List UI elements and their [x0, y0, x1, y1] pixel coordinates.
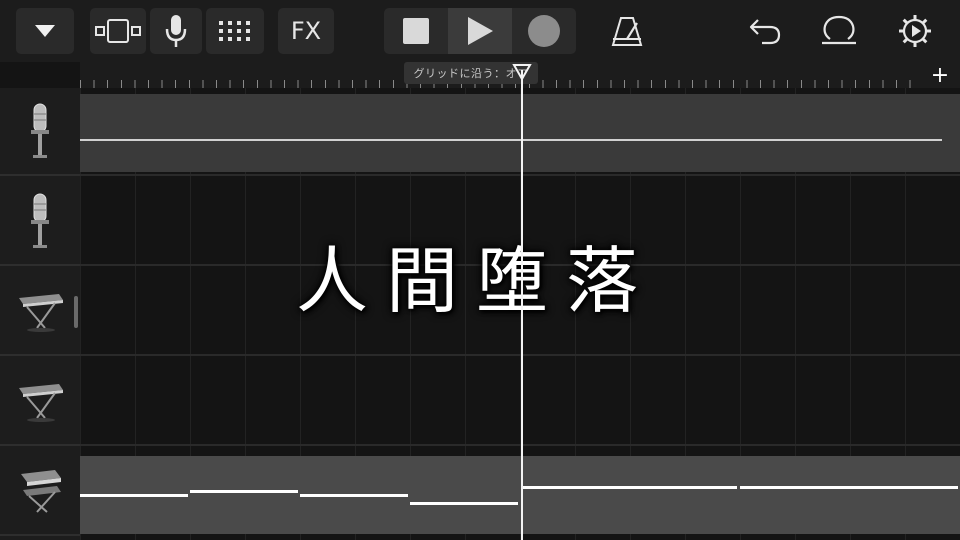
- loop-browser-button[interactable]: [818, 10, 860, 52]
- midi-note: [300, 494, 408, 497]
- transport-controls: [384, 8, 576, 54]
- view-toggle-button[interactable]: [90, 8, 146, 54]
- record-icon: [528, 15, 560, 47]
- record-button[interactable]: [512, 8, 576, 54]
- keyboard-instrument-icon: [21, 470, 61, 513]
- midi-region[interactable]: [80, 456, 960, 534]
- microphone-button[interactable]: [150, 8, 202, 54]
- track-controls-icon: [219, 21, 250, 41]
- undo-icon: [749, 19, 781, 45]
- view-toggle-icon: [95, 19, 141, 43]
- fx-button[interactable]: FX: [278, 8, 334, 54]
- overlay-title: 人間堕落: [296, 239, 657, 323]
- midi-note: [80, 494, 188, 497]
- settings-icon: [899, 15, 931, 47]
- track-scroll-indicator[interactable]: [74, 296, 78, 328]
- track-lane-1[interactable]: [80, 88, 960, 176]
- waveform-line: [80, 139, 942, 141]
- playhead-line: [521, 70, 523, 540]
- down-triangle-icon: [35, 25, 55, 37]
- track-headers: [0, 88, 80, 540]
- metronome-icon: [611, 17, 643, 46]
- microphone-icon: [165, 15, 187, 47]
- track-header-1[interactable]: [0, 88, 80, 176]
- stop-icon: [403, 18, 429, 44]
- toolbar: FX: [0, 0, 960, 62]
- fx-label: FX: [290, 17, 322, 45]
- audio-region[interactable]: [80, 94, 960, 172]
- track-header-3[interactable]: [0, 268, 80, 356]
- playhead-handle[interactable]: [512, 63, 532, 83]
- track-controls-button[interactable]: [206, 8, 264, 54]
- midi-note: [523, 486, 737, 489]
- midi-note: [190, 490, 298, 493]
- tracks-menu-button[interactable]: [16, 8, 74, 54]
- add-section-button[interactable]: +: [920, 62, 960, 88]
- settings-button[interactable]: [894, 10, 936, 52]
- metronome-button[interactable]: [606, 10, 648, 52]
- keyboard-instrument-icon: [19, 294, 63, 332]
- midi-note: [740, 486, 958, 489]
- track-header-5[interactable]: [0, 448, 80, 536]
- midi-note: [410, 502, 518, 505]
- play-button[interactable]: [448, 8, 512, 54]
- stop-button[interactable]: [384, 8, 448, 54]
- loop-browser-icon: [822, 15, 856, 45]
- undo-button[interactable]: [744, 10, 786, 52]
- track-lane-4[interactable]: [80, 358, 960, 446]
- track-lane-5[interactable]: [80, 450, 960, 538]
- microphone-instrument-icon: [31, 103, 49, 158]
- microphone-instrument-icon: [31, 193, 49, 248]
- play-icon: [468, 17, 493, 45]
- keyboard-instrument-icon: [19, 384, 63, 422]
- track-header-4[interactable]: [0, 358, 80, 446]
- track-header-2[interactable]: [0, 178, 80, 266]
